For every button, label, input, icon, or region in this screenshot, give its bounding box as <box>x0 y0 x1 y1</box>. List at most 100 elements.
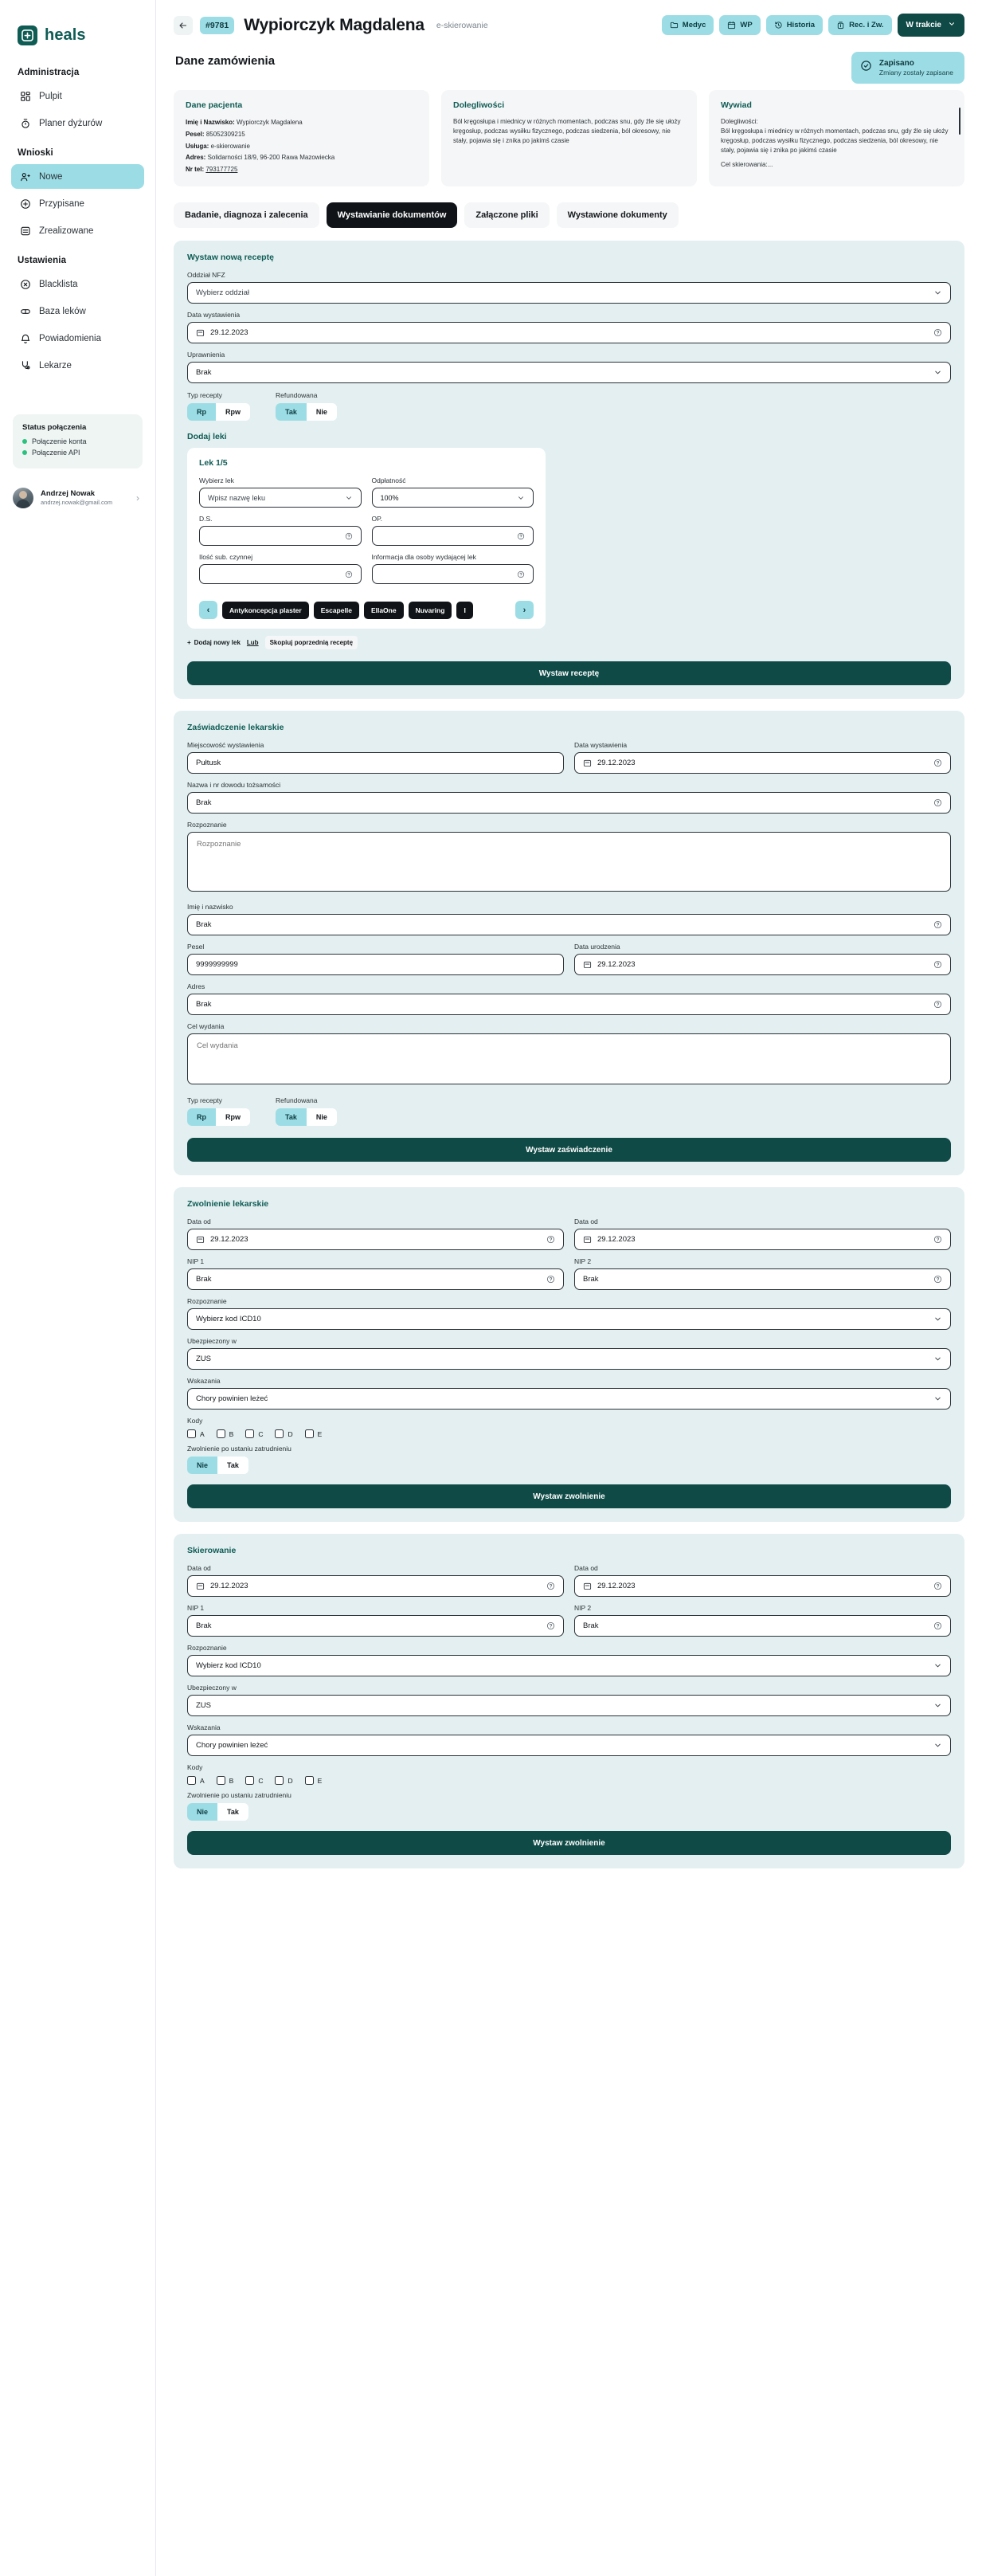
segment-rpw[interactable]: Rpw <box>216 403 250 421</box>
nip2-input[interactable]: Brak <box>574 1615 951 1637</box>
help-icon[interactable] <box>345 532 353 540</box>
insured-select[interactable]: ZUS <box>187 1348 951 1370</box>
segment-tak[interactable]: Tak <box>217 1803 248 1821</box>
checkbox-e[interactable]: E <box>304 1776 322 1786</box>
name-input[interactable]: Brak <box>187 914 951 936</box>
status-dropdown-button[interactable]: W trakcie <box>897 14 964 37</box>
checkbox-a[interactable]: A <box>187 1429 205 1439</box>
wp-button[interactable]: WP <box>719 15 761 35</box>
user-profile[interactable]: Andrzej Nowak andrzej.nowak@gmail.com › <box>11 484 144 512</box>
wystaw-zaswiadczenie-button[interactable]: Wystaw zaświadczenie <box>187 1138 951 1163</box>
tab-wystawione-dokumenty[interactable]: Wystawione dokumenty <box>556 202 679 229</box>
checkbox-a[interactable]: A <box>187 1776 205 1786</box>
wystaw-zwolnienie-button[interactable]: Wystaw zwolnienie <box>187 1484 951 1509</box>
birth-date-input[interactable]: 29.12.2023 <box>574 954 951 976</box>
sidebar-item-zrealizowane[interactable]: Zrealizowane <box>11 218 144 243</box>
segment-rp[interactable]: Rp <box>187 1108 216 1127</box>
tab-wystawianie-dokumentow[interactable]: Wystawianie dokumentów <box>326 202 458 229</box>
chevron-right-icon[interactable]: › <box>136 492 143 504</box>
checkbox-c[interactable]: C <box>245 1776 263 1786</box>
icd10-select[interactable]: Wybierz kod ICD10 <box>187 1655 951 1677</box>
segment-tak[interactable]: Tak <box>276 1108 307 1127</box>
issue-date-input[interactable]: 29.12.2023 <box>187 322 951 344</box>
tab-badanie-diagnoza[interactable]: Badanie, diagnoza i zalecenia <box>174 202 319 229</box>
help-icon[interactable] <box>517 532 525 540</box>
tab-zalaczone-pliki[interactable]: Załączone pliki <box>464 202 550 229</box>
sidebar-item-baza-lekow[interactable]: Baza leków <box>11 299 144 323</box>
sidebar-item-lekarze[interactable]: Lekarze <box>11 353 144 378</box>
help-icon[interactable] <box>933 1235 942 1244</box>
arrow-back-icon[interactable] <box>174 15 193 35</box>
add-new-drug-link[interactable]: + Dodaj nowy lek <box>187 639 241 646</box>
sidebar-item-powiadomienia[interactable]: Powiadomienia <box>11 326 144 351</box>
drug-pill[interactable]: Escapelle <box>313 601 359 619</box>
date-to-input[interactable]: 29.12.2023 <box>574 1575 951 1598</box>
nfz-select[interactable]: Wybierz oddział <box>187 282 951 304</box>
help-icon[interactable] <box>933 1000 942 1009</box>
dispenser-input[interactable] <box>371 564 534 585</box>
checkbox-c[interactable]: C <box>245 1429 263 1439</box>
substance-input[interactable] <box>199 564 362 585</box>
help-icon[interactable] <box>933 920 942 929</box>
nip2-input[interactable]: Brak <box>574 1268 951 1291</box>
drug-pill[interactable]: EllaOne <box>363 601 404 619</box>
sidebar-item-blacklista[interactable]: Blacklista <box>11 272 144 296</box>
sidebar-item-nowe[interactable]: Nowe <box>11 164 144 189</box>
medyc-button[interactable]: Medyc <box>661 15 714 35</box>
address-input[interactable]: Brak <box>187 994 951 1016</box>
segment-tak[interactable]: Tak <box>276 403 307 421</box>
checkbox-e[interactable]: E <box>304 1429 322 1439</box>
sidebar-item-przypisane[interactable]: Przypisane <box>11 191 144 216</box>
historia-button[interactable]: Historia <box>765 15 824 35</box>
help-icon[interactable] <box>933 960 942 969</box>
help-icon[interactable] <box>933 328 942 337</box>
date-from-input[interactable]: 29.12.2023 <box>187 1575 564 1598</box>
date-from-input[interactable]: 29.12.2023 <box>187 1229 564 1251</box>
segment-nie[interactable]: Nie <box>187 1803 218 1821</box>
city-input[interactable]: Pułtusk <box>187 752 564 774</box>
icd10-select[interactable]: Wybierz kod ICD10 <box>187 1308 951 1331</box>
rec-i-zw-button[interactable]: Rec. i Zw. <box>828 15 892 35</box>
insured-select[interactable]: ZUS <box>187 1695 951 1717</box>
help-icon[interactable] <box>933 1621 942 1630</box>
drug-pill[interactable]: Antykoncepcja plaster <box>222 601 309 619</box>
sidebar-item-planer-dyzurow[interactable]: Planer dyżurów <box>11 111 144 135</box>
id-document-input[interactable]: Brak <box>187 792 951 814</box>
phone-link[interactable]: 793177725 <box>205 166 237 173</box>
help-icon[interactable] <box>933 1275 942 1284</box>
help-icon[interactable] <box>517 570 525 578</box>
nip1-input[interactable]: Brak <box>187 1268 564 1291</box>
help-icon[interactable] <box>546 1235 555 1244</box>
segment-tak[interactable]: Tak <box>217 1457 248 1475</box>
segment-nie[interactable]: Nie <box>187 1457 218 1475</box>
wystaw-zwolnienie-button[interactable]: Wystaw zwolnienie <box>187 1831 951 1856</box>
payment-select[interactable]: 100% <box>371 488 534 508</box>
cert-date-input[interactable]: 29.12.2023 <box>574 752 951 774</box>
help-icon[interactable] <box>546 1582 555 1590</box>
wystaw-recepte-button[interactable]: Wystaw receptę <box>187 661 951 686</box>
op-input[interactable] <box>371 526 534 547</box>
checkbox-d[interactable]: D <box>275 1776 293 1786</box>
checkbox-d[interactable]: D <box>275 1429 293 1439</box>
scrollbar[interactable] <box>958 108 960 135</box>
date-to-input[interactable]: 29.12.2023 <box>574 1229 951 1251</box>
segment-rpw[interactable]: Rpw <box>216 1108 250 1127</box>
chevron-left-icon[interactable]: ‹ <box>199 601 217 620</box>
indications-select[interactable]: Chory powinien leżeć <box>187 1735 951 1757</box>
drug-pill[interactable]: Nuvaring <box>408 601 452 619</box>
pesel-input[interactable]: 9999999999 <box>187 954 564 976</box>
purpose-textarea[interactable] <box>187 1033 951 1085</box>
help-icon[interactable] <box>546 1621 555 1630</box>
help-icon[interactable] <box>933 798 942 807</box>
help-icon[interactable] <box>933 1582 942 1590</box>
segment-nie[interactable]: Nie <box>306 1108 337 1127</box>
drug-select[interactable]: Wpisz nazwę leku <box>199 488 362 508</box>
order-id-chip[interactable]: #9781 <box>200 16 235 34</box>
help-icon[interactable] <box>345 570 353 578</box>
drug-pill[interactable]: I <box>456 601 473 619</box>
sidebar-item-pulpit[interactable]: Pulpit <box>11 84 144 108</box>
help-icon[interactable] <box>546 1275 555 1284</box>
indications-select[interactable]: Chory powinien leżeć <box>187 1388 951 1410</box>
diagnosis-textarea[interactable] <box>187 832 951 892</box>
nip1-input[interactable]: Brak <box>187 1615 564 1637</box>
